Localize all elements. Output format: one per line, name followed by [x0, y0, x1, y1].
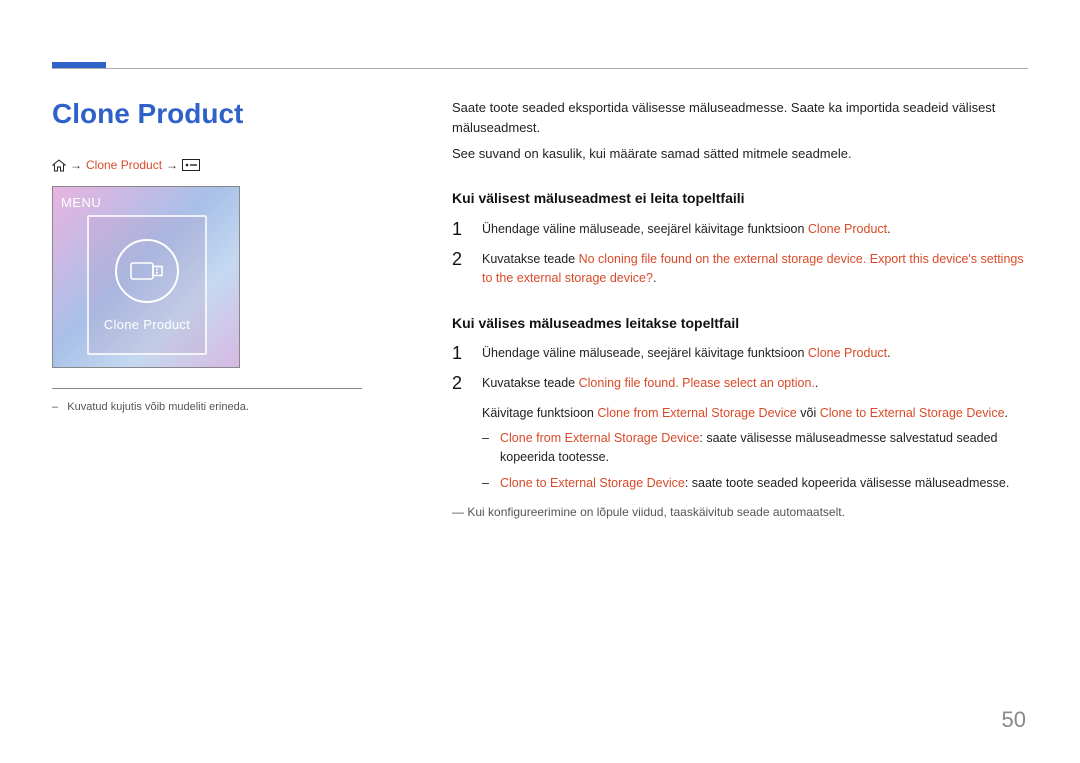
menu-label: MENU: [61, 195, 101, 210]
card-caption: Clone Product: [104, 317, 190, 332]
step-body: Ühendage väline mäluseade, seejärel käiv…: [482, 220, 1028, 239]
step-number: 1: [452, 220, 466, 240]
message: Cloning file found. Please select an opt…: [579, 376, 815, 390]
keyword: Clone to External Storage Device: [820, 406, 1005, 420]
step-number: 2: [452, 250, 466, 270]
text: : saate toote seaded kopeerida välisesse…: [685, 476, 1010, 490]
page-title: Clone Product: [52, 98, 352, 130]
section2-heading: Kui välises mäluseadmes leitakse topeltf…: [452, 313, 1028, 335]
sec1-step1: 1 Ühendage väline mäluseade, seejärel kä…: [452, 220, 1028, 240]
step-number: 2: [452, 374, 466, 394]
enter-icon: [182, 159, 200, 171]
screenshot-preview: MENU Clone Product: [52, 186, 240, 368]
bullet-dash: –: [482, 474, 490, 493]
card-circle: [115, 239, 179, 303]
sec1-step2: 2 Kuvatakse teade No cloning file found …: [452, 250, 1028, 289]
footnote-text: Kui konfigureerimine on lõpule viidud, t…: [467, 505, 845, 519]
text: .: [815, 376, 818, 390]
sec2-step2: 2 Kuvatakse teade Cloning file found. Pl…: [452, 374, 1028, 493]
header-accent: [52, 62, 106, 68]
breadcrumb-arrow: →: [70, 158, 82, 172]
footnote-dash: ―: [452, 505, 464, 519]
keyword: Clone to External Storage Device: [500, 476, 685, 490]
menu-card: Clone Product: [87, 215, 207, 355]
text: .: [653, 271, 656, 285]
keyword: Clone Product: [808, 222, 887, 236]
step-body: Ühendage väline mäluseade, seejärel käiv…: [482, 344, 1028, 363]
intro-p1: Saate toote seaded eksportida välisesse …: [452, 98, 1028, 138]
sec2-step1: 1 Ühendage väline mäluseade, seejärel kä…: [452, 344, 1028, 364]
header-divider: [52, 68, 1028, 69]
text: Käivitage funktsioon: [482, 406, 597, 420]
text: .: [887, 222, 890, 236]
text: või: [797, 406, 820, 420]
step-body: Kuvatakse teade No cloning file found on…: [482, 250, 1028, 289]
keyword: Clone Product: [808, 346, 887, 360]
left-column: Clone Product → Clone Product → MENU Clo…: [52, 98, 352, 413]
text: .: [1005, 406, 1008, 420]
image-note-dash: –: [52, 401, 58, 413]
image-note: – Kuvatud kujutis võib mudeliti erineda.: [52, 401, 352, 413]
bullet-dash: –: [482, 429, 490, 468]
text: Kuvatakse teade: [482, 252, 579, 266]
step-number: 1: [452, 344, 466, 364]
section1-heading: Kui välisest mäluseadmest ei leita topel…: [452, 188, 1028, 210]
text: Ühendage väline mäluseade, seejärel käiv…: [482, 222, 808, 236]
sub-bullet-2: – Clone to External Storage Device: saat…: [482, 474, 1028, 493]
page-number: 50: [1002, 707, 1026, 733]
intro-p2: See suvand on kasulik, kui määrate samad…: [452, 144, 1028, 164]
home-icon: [52, 159, 66, 172]
text: Ühendage väline mäluseade, seejärel käiv…: [482, 346, 808, 360]
keyword: Clone from External Storage Device: [500, 431, 699, 445]
right-column: Saate toote seaded eksportida välisesse …: [452, 98, 1028, 522]
breadcrumb-arrow: →: [166, 158, 178, 172]
footnote: ― Kui konfigureerimine on lõpule viidud,…: [452, 503, 1028, 522]
usb-icon: [130, 260, 164, 282]
text: .: [887, 346, 890, 360]
image-note-text: Kuvatud kujutis võib mudeliti erineda.: [67, 401, 249, 413]
step-body: Kuvatakse teade Cloning file found. Plea…: [482, 374, 1028, 493]
keyword: Clone from External Storage Device: [597, 406, 796, 420]
sub-bullet-1: – Clone from External Storage Device: sa…: [482, 429, 1028, 468]
breadcrumb: → Clone Product →: [52, 158, 352, 172]
breadcrumb-item: Clone Product: [86, 158, 162, 172]
text: Kuvatakse teade: [482, 376, 579, 390]
left-divider: [52, 388, 362, 389]
